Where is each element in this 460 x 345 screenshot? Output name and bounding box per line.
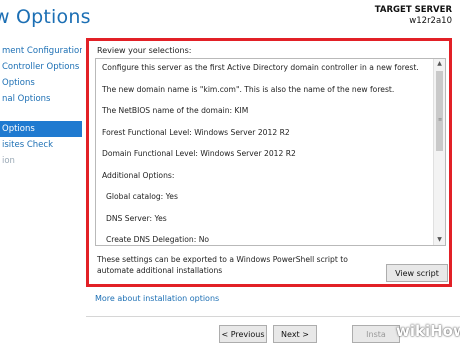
nav-item-deployment-configuration[interactable]: ment Configuration [0, 43, 82, 59]
more-about-installation-link[interactable]: More about installation options [95, 294, 219, 303]
export-description: These settings can be exported to a Wind… [97, 255, 348, 275]
review-line: DNS Server: Yes [106, 213, 167, 223]
scroll-thumb[interactable]: ≡ [436, 71, 443, 151]
review-label: Review your selections: [97, 46, 192, 55]
previous-button[interactable]: < Previous [219, 325, 267, 343]
review-line: The new domain name is "kim.com". This i… [102, 84, 395, 94]
review-text: Configure this server as the first Activ… [102, 62, 432, 245]
install-button[interactable]: Insta [352, 325, 400, 343]
review-selections-box[interactable]: Configure this server as the first Activ… [95, 58, 446, 246]
review-line: Domain Functional Level: Windows Server … [102, 149, 296, 158]
nav-item-domain-controller-options[interactable]: Controller Options [0, 59, 82, 75]
review-line: Global catalog: Yes [106, 192, 178, 201]
nav-item-additional-options[interactable]: nal Options [0, 91, 82, 107]
page-title: w Options [0, 6, 91, 28]
review-panel: Review your selections: Configure this s… [86, 38, 452, 287]
review-line: Additional Options: [102, 170, 175, 180]
wizard-nav: ment Configuration Controller Options Op… [0, 43, 82, 169]
target-server-label: TARGET SERVER [374, 5, 452, 15]
nav-item-dns-options[interactable]: Options [0, 75, 82, 91]
scroll-down-arrow-icon[interactable]: ▼ [434, 235, 445, 245]
grip-icon: ≡ [438, 117, 443, 123]
wikihow-watermark: wikiHow [396, 322, 460, 340]
footer-divider [86, 316, 460, 317]
target-server-name: w12r2a10 [409, 16, 452, 26]
nav-item-review-options[interactable]: Options [0, 121, 82, 137]
review-line: Create DNS Delegation: No [106, 235, 210, 244]
view-script-button[interactable]: View script [386, 264, 448, 282]
scroll-up-arrow-icon[interactable]: ▲ [434, 59, 445, 69]
next-button[interactable]: Next > [273, 325, 317, 343]
target-server-info: TARGET SERVER w12r2a10 [375, 5, 452, 27]
nav-item-prerequisites-check[interactable]: isites Check [0, 137, 82, 153]
review-scrollbar[interactable]: ▲ ≡ ▼ [433, 59, 445, 245]
nav-item-installation: ion [2, 156, 15, 166]
review-line: Configure this server as the first Activ… [102, 63, 419, 72]
review-line: Forest Functional Level: Windows Server … [102, 127, 290, 137]
review-line: The NetBIOS name of the domain: KIM [102, 106, 249, 115]
